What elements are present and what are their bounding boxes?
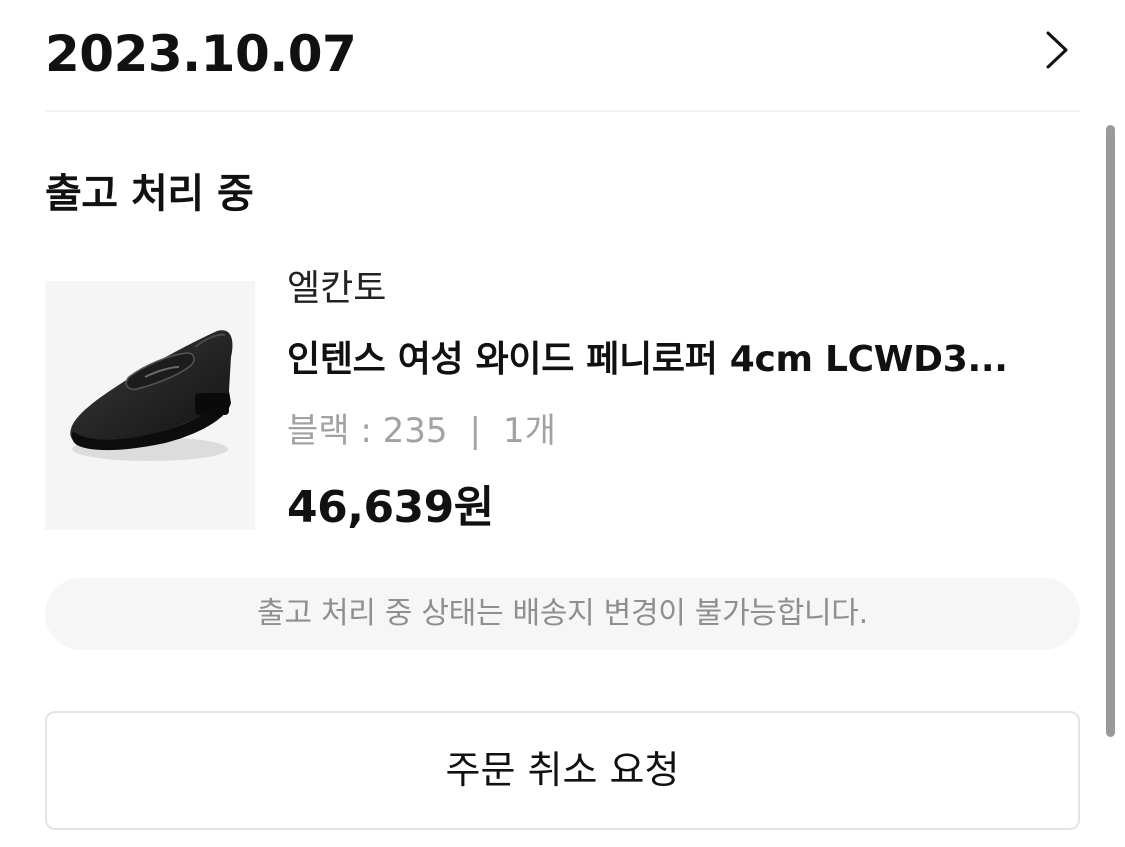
product-option: 블랙 : 235 — [287, 411, 448, 451]
order-status-title: 출고 처리 중 — [45, 171, 254, 217]
scrollbar[interactable] — [1106, 125, 1115, 737]
option-divider: | — [469, 411, 481, 451]
shipping-notice: 출고 처리 중 상태는 배송지 변경이 불가능합니다. — [45, 578, 1080, 650]
cancel-order-button[interactable]: 주문 취소 요청 — [45, 711, 1080, 830]
chevron-right-icon[interactable] — [1042, 30, 1072, 70]
order-header[interactable]: 2023.10.07 — [45, 0, 1080, 112]
product-brand[interactable]: 엘칸토 — [287, 266, 386, 312]
product-name[interactable]: 인텐스 여성 와이드 페니로퍼 4cm LCWD3... — [287, 336, 1067, 384]
product-quantity: 1개 — [503, 411, 556, 451]
product-option-row: 블랙 : 235 | 1개 — [287, 408, 556, 454]
product-price: 46,639원 — [287, 482, 494, 533]
order-date: 2023.10.07 — [45, 25, 357, 83]
product-image[interactable] — [45, 281, 255, 530]
loafer-image — [70, 330, 233, 461]
